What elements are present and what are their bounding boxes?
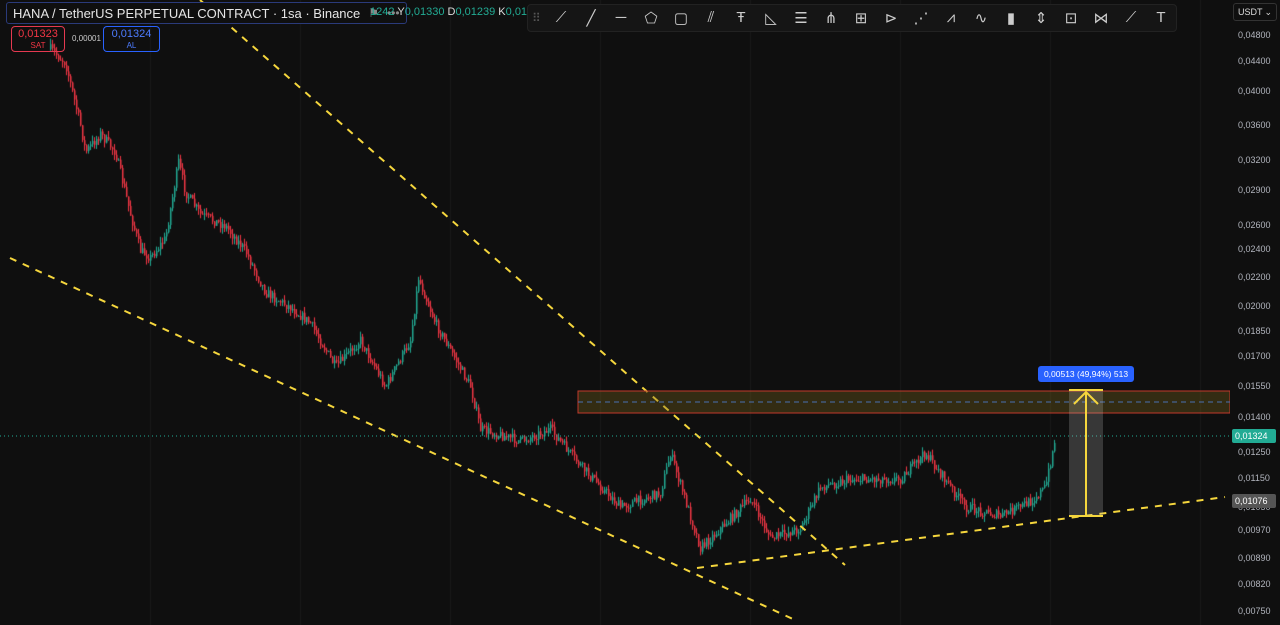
trendline-upper[interactable] <box>199 0 846 566</box>
forecast-icon[interactable]: ⊳ <box>876 9 906 27</box>
polygon-icon[interactable]: ⬠ <box>636 9 666 27</box>
fib-retracement-icon[interactable]: ☰ <box>786 9 816 27</box>
price-tick: 0,01250 <box>1238 447 1271 457</box>
price-tick: 0,02200 <box>1238 272 1271 282</box>
brush-icon[interactable]: ⟋ <box>1116 9 1146 27</box>
price-tick: 0,04400 <box>1238 56 1271 66</box>
price-tick: 0,01400 <box>1238 412 1271 422</box>
price-tick: 0,00970 <box>1238 525 1271 535</box>
ray-icon[interactable]: ╱ <box>576 9 606 27</box>
ohlc-values: 1242 Y0,01330 D0,01239 K0,013 <box>370 6 534 18</box>
price-tick: 0,00750 <box>1238 606 1271 616</box>
parallel-channel-icon[interactable]: ⫽ <box>696 9 726 27</box>
price-tick: 0,01550 <box>1238 381 1271 391</box>
path-icon[interactable]: ⋰ <box>906 9 936 27</box>
measure-price-label: 0,01076 <box>1232 494 1276 508</box>
price-tick: 0,04000 <box>1238 86 1271 96</box>
sell-button[interactable]: 0,01323 SAT <box>11 26 65 52</box>
trendline-support[interactable] <box>696 496 1226 569</box>
price-tick: 0,01700 <box>1238 351 1271 361</box>
elliott-wave-icon[interactable]: ∿ <box>966 9 996 27</box>
price-tick: 0,03200 <box>1238 155 1271 165</box>
current-price-label: 0,01324 <box>1232 429 1276 443</box>
price-tick: 0,02600 <box>1238 220 1271 230</box>
pitchfork-icon[interactable]: ⋔ <box>816 9 846 27</box>
price-tick: 0,02000 <box>1238 301 1271 311</box>
symbol-name: HANA / TetherUS PERPETUAL CONTRACT · 1sa… <box>13 5 361 21</box>
drag-handle-icon[interactable]: ⠿ <box>532 11 546 25</box>
rectangle-icon[interactable]: ▢ <box>666 9 696 27</box>
price-tick: 0,04800 <box>1238 30 1271 40</box>
drawings-overlay <box>0 0 1230 621</box>
triangle-icon[interactable]: ◺ <box>756 9 786 27</box>
price-tick: 0,01150 <box>1238 473 1270 483</box>
price-range-icon[interactable]: ⇕ <box>1026 9 1056 27</box>
price-tick: 0,01850 <box>1238 326 1271 336</box>
price-tick: 0,03600 <box>1238 120 1271 130</box>
currency-select[interactable]: USDT ⌄ <box>1233 3 1277 21</box>
price-range-label: 0,00513 (49,94%) 513 <box>1038 366 1134 382</box>
symbol-title[interactable]: HANA / TetherUS PERPETUAL CONTRACT · 1sa… <box>6 2 407 24</box>
buy-button[interactable]: 0,01324 AL <box>103 26 160 52</box>
price-tick: 0,02400 <box>1238 244 1271 254</box>
xabcd-icon[interactable]: ⋈ <box>1086 9 1116 27</box>
spread-value: 0,00001 <box>72 34 101 43</box>
long-position-icon[interactable]: ⊞ <box>846 9 876 27</box>
trendline-lower[interactable] <box>9 257 796 621</box>
trend-line-icon[interactable]: ⟋ <box>546 9 576 27</box>
pattern-icon[interactable]: ⩘ <box>936 9 966 27</box>
drawing-toolbar: ⠿ ⟋ ╱ ─ ⬠ ▢ ⫽ Ŧ ◺ ☰ ⋔ ⊞ ⊳ ⋰ ⩘ ∿ ▮ ⇕ ⊡ ⋈ ⟋ T <box>527 4 1177 32</box>
price-tick: 0,00890 <box>1238 553 1271 563</box>
price-tick: 0,00820 <box>1238 579 1271 589</box>
text-icon[interactable]: Ŧ <box>726 9 756 27</box>
price-tick: 0,02900 <box>1238 185 1271 195</box>
date-price-range-icon[interactable]: ⊡ <box>1056 9 1086 27</box>
horizontal-line-icon[interactable]: ─ <box>606 9 636 27</box>
text-tool-icon[interactable]: T <box>1146 9 1176 27</box>
bars-pattern-icon[interactable]: ▮ <box>996 9 1026 27</box>
